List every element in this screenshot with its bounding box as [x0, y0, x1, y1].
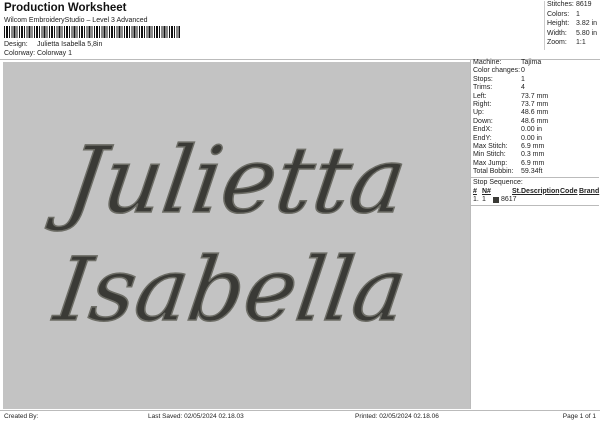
page-title: Production Worksheet: [4, 2, 127, 14]
col-n: N#: [482, 187, 491, 195]
detail-value: Tajima: [521, 59, 542, 66]
detail-value: 48.6 mm: [521, 117, 549, 125]
created-by: Created By:: [4, 413, 39, 420]
stop-row: 1. 1 8617: [471, 196, 599, 204]
detail-row: Total Bobbin: 59.34ft: [471, 168, 599, 176]
detail-row: Max Jump: 6.9 mm: [471, 160, 599, 168]
design-line-2: Isabella: [47, 238, 413, 340]
detail-row: Max Stitch: 6.9 mm: [471, 143, 599, 151]
detail-key: Right:: [473, 100, 492, 108]
detail-value: 73.7 mm: [521, 92, 549, 100]
detail-row: Down: 48.6 mm: [471, 118, 599, 126]
summary-row: Stitches: 8619: [545, 1, 599, 11]
detail-key: Color changes:: [473, 67, 521, 75]
detail-row: Min Stitch: 0.3 mm: [471, 151, 599, 159]
detail-value: 73.7 mm: [521, 100, 549, 108]
detail-key: EndX:: [473, 126, 493, 134]
details-panel: Machine: Tajima Color changes: 0 Stops: 1 Trim…: [471, 59, 599, 206]
design-row: Design: Julietta Isabella 5,8in: [4, 41, 102, 48]
detail-key: Min Stitch:: [473, 151, 506, 159]
detail-key: Down:: [473, 117, 493, 125]
last-saved: Last Saved: 02/05/2024 02.18.03: [148, 413, 244, 420]
divider: [471, 177, 599, 179]
detail-row: Machine: Tajima: [471, 59, 599, 67]
detail-key: Machine:: [473, 59, 502, 66]
design-label: Design:: [4, 41, 28, 48]
detail-key: Max Jump:: [473, 159, 508, 167]
detail-value: 0.3 mm: [521, 151, 545, 159]
summary-box: Stitches: 8619 Colors: 1 Height: 3.82 in Width…: [544, 1, 599, 50]
detail-key: Trims:: [473, 84, 493, 92]
barcode: [4, 26, 180, 38]
col-brand: Brand: [579, 187, 600, 195]
stop-stitches: 8617: [501, 196, 517, 204]
summary-value: 1: [576, 10, 580, 18]
summary-row: Colors: 1: [545, 11, 599, 21]
design-line-1: Julietta: [44, 126, 413, 233]
summary-value: 5.80 in: [576, 29, 598, 37]
design-preview: Julietta Isabella: [3, 62, 470, 409]
summary-row: Height: 3.82 in: [545, 20, 599, 30]
colorway-value: Colorway 1: [37, 50, 73, 57]
stop-num: 1.: [473, 196, 479, 204]
divider: [0, 410, 600, 411]
detail-row: Stops: 1: [471, 76, 599, 84]
col-description: Description: [521, 187, 560, 195]
detail-value: 48.6 mm: [521, 109, 549, 117]
detail-key: Left:: [473, 92, 487, 100]
col-num: #: [473, 187, 477, 195]
detail-row: Left: 73.7 mm: [471, 93, 599, 101]
software-label: Wilcom EmbroideryStudio – Level 3 Advanc…: [4, 17, 148, 24]
detail-value: 0.00 in: [521, 126, 543, 134]
printed: Printed: 02/05/2024 02.18.06: [355, 413, 439, 420]
summary-value: 1:1: [576, 39, 586, 47]
detail-value: 4: [521, 84, 525, 92]
stop-needle: 1: [482, 196, 486, 204]
col-st: St.: [512, 187, 521, 195]
detail-key: Up:: [473, 109, 484, 117]
detail-row: Right: 73.7 mm: [471, 101, 599, 109]
detail-row: EndX: 0.00 in: [471, 126, 599, 134]
col-code: Code: [560, 187, 578, 195]
detail-key: Stops:: [473, 75, 493, 83]
summary-value: 8619: [576, 1, 592, 8]
embroidery-design: Julietta Isabella: [43, 126, 414, 342]
colorway-row: Colorway: Colorway 1: [4, 50, 72, 57]
detail-value: 59.34ft: [521, 168, 543, 176]
summary-key: Stitches:: [547, 1, 574, 8]
design-value: Julietta Isabella 5,8in: [37, 41, 103, 48]
summary-key: Height:: [547, 20, 570, 28]
detail-row: EndY: 0.00 in: [471, 135, 599, 143]
detail-value: 0: [521, 67, 525, 75]
summary-key: Zoom:: [547, 39, 567, 47]
detail-value: 6.9 mm: [521, 142, 545, 150]
summary-row: Width: 5.80 in: [545, 30, 599, 40]
summary-row: Zoom: 1:1: [545, 39, 599, 49]
detail-key: Max Stitch:: [473, 142, 508, 150]
summary-value: 3.82 in: [576, 20, 598, 28]
detail-row: Up: 48.6 mm: [471, 109, 599, 117]
detail-key: EndY:: [473, 134, 492, 142]
page-number: Page 1 of 1: [562, 413, 596, 420]
colorway-label: Colorway:: [4, 50, 36, 57]
divider: [471, 204, 599, 206]
detail-row: Trims: 4: [471, 84, 599, 92]
detail-value: 0.00 in: [521, 134, 543, 142]
detail-value: 6.9 mm: [521, 159, 545, 167]
detail-key: Total Bobbin:: [473, 168, 514, 176]
thread-color-swatch: [493, 197, 499, 204]
stop-sequence-label: Stop Sequence:: [473, 179, 523, 187]
detail-value: 1: [521, 75, 525, 83]
summary-key: Colors:: [547, 10, 570, 18]
summary-key: Width:: [547, 29, 567, 37]
stop-sequence-header: # N# St. Description Code Brand: [471, 188, 599, 196]
detail-row: Color changes: 0: [471, 67, 599, 75]
